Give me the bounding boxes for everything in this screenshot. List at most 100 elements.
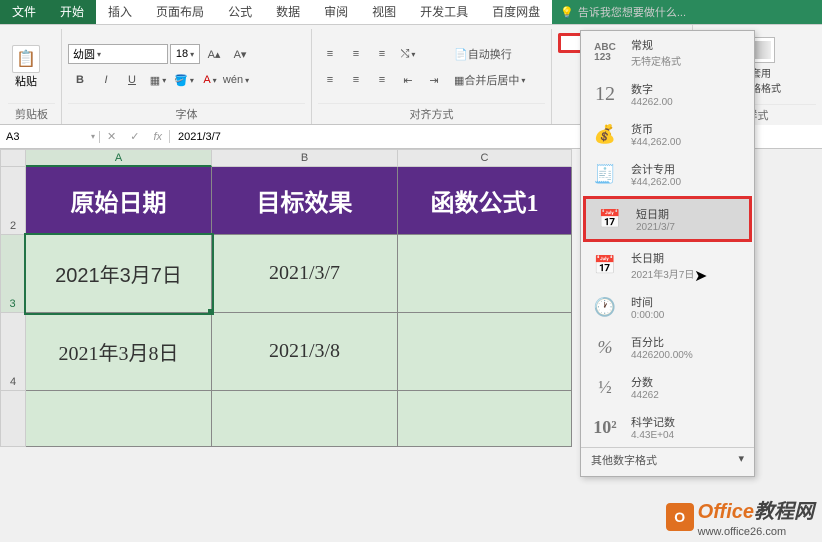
group-font: 幼圆▾ 18▾ A▴ A▾ B I U ▦▾ 🪣▾ A▾ wén▾ xyxy=(62,29,312,124)
format-time[interactable]: 🕐 时间0:00:00 xyxy=(581,287,754,327)
more-formats-label: 其他数字格式 xyxy=(591,452,657,468)
column-header-b[interactable]: B xyxy=(212,149,398,167)
format-number[interactable]: 12 数字44262.00 xyxy=(581,74,754,114)
fill-color-button[interactable]: 🪣▾ xyxy=(173,70,195,90)
watermark-brand2: 教程网 xyxy=(754,501,814,523)
align-top-icon[interactable]: ≡ xyxy=(319,44,341,64)
row-header-4[interactable]: 4 xyxy=(0,313,26,391)
accounting-icon: 🧾 xyxy=(589,160,621,188)
cell-a5[interactable] xyxy=(26,391,212,447)
more-number-formats[interactable]: 其他数字格式 ▾ xyxy=(581,447,754,472)
orientation-button[interactable]: ⤭▾ xyxy=(397,44,419,64)
align-center-icon[interactable]: ≡ xyxy=(345,70,367,90)
clipboard-group-label: 剪贴板 xyxy=(8,103,55,122)
tab-formulas[interactable]: 公式 xyxy=(216,0,264,24)
number-format-menu: ABC 123 常规无特定格式 12 数字44262.00 💰 货币¥44,26… xyxy=(580,30,755,477)
italic-button[interactable]: I xyxy=(95,70,117,90)
row-header-3[interactable]: 3 xyxy=(0,235,26,313)
tab-file[interactable]: 文件 xyxy=(0,0,48,24)
wrap-text-button[interactable]: 📄 自动换行 xyxy=(453,44,513,64)
watermark-brand1: Office xyxy=(698,501,754,523)
cell-b5[interactable] xyxy=(212,391,398,447)
number-icon: 12 xyxy=(589,80,621,108)
format-general[interactable]: ABC 123 常规无特定格式 xyxy=(581,31,754,74)
cell-b3[interactable]: 2021/3/7 xyxy=(212,235,398,313)
column-headers: A B C xyxy=(26,149,572,167)
border-button[interactable]: ▦▾ xyxy=(147,70,169,90)
cell-a2[interactable]: 原始日期 xyxy=(26,167,212,235)
cell-c5[interactable] xyxy=(398,391,572,447)
format-fraction[interactable]: ½ 分数44262 xyxy=(581,367,754,407)
format-percent[interactable]: % 百分比4426200.00% xyxy=(581,327,754,367)
align-right-icon[interactable]: ≡ xyxy=(371,70,393,90)
font-group-label: 字体 xyxy=(68,103,305,122)
alignment-group-label: 对齐方式 xyxy=(318,103,545,122)
currency-icon: 💰 xyxy=(589,120,621,148)
underline-button[interactable]: U xyxy=(121,70,143,90)
format-short-date[interactable]: 📅 短日期2021/3/7 xyxy=(583,196,752,242)
formula-value: 2021/3/7 xyxy=(178,131,221,143)
scientific-icon: 10² xyxy=(589,413,621,441)
decrease-font-icon[interactable]: A▾ xyxy=(229,44,251,64)
chevron-down-icon: ▾ xyxy=(738,452,744,468)
tab-view[interactable]: 视图 xyxy=(360,0,408,24)
column-header-c[interactable]: C xyxy=(398,149,572,167)
group-alignment: ≡ ≡ ≡ ⤭▾ ≡ ≡ ≡ ⇤ ⇥ 📄 自动换行 ▦ 合并后 xyxy=(312,29,552,124)
cell-a3[interactable]: 2021年3月7日 xyxy=(26,235,212,313)
tell-me-search[interactable]: 💡 告诉我您想要做什么... xyxy=(552,0,822,24)
accept-formula-icon[interactable]: ✓ xyxy=(130,130,139,143)
font-name-dropdown[interactable]: 幼圆▾ xyxy=(68,44,168,64)
tab-baidu-pan[interactable]: 百度网盘 xyxy=(480,0,552,24)
increase-font-icon[interactable]: A▴ xyxy=(203,44,225,64)
column-header-a[interactable]: A xyxy=(26,149,212,167)
font-name-value: 幼圆 xyxy=(73,46,95,62)
decrease-indent-icon[interactable]: ⇤ xyxy=(397,70,419,90)
group-clipboard: 📋 粘贴 剪贴板 xyxy=(2,29,62,124)
cell-c3[interactable] xyxy=(398,235,572,313)
font-size-dropdown[interactable]: 18▾ xyxy=(170,44,200,64)
tab-developer[interactable]: 开发工具 xyxy=(408,0,480,24)
cell-c4[interactable] xyxy=(398,313,572,391)
cell-b2[interactable]: 目标效果 xyxy=(212,167,398,235)
increase-indent-icon[interactable]: ⇥ xyxy=(423,70,445,90)
cell-area: 原始日期 目标效果 函数公式1 2021年3月7日 2021/3/7 2021年… xyxy=(26,167,572,447)
general-icon: ABC 123 xyxy=(589,39,621,67)
long-date-icon: 📅 xyxy=(589,252,621,280)
format-accounting[interactable]: 🧾 会计专用¥44,262.00 xyxy=(581,154,754,194)
select-all-corner[interactable] xyxy=(0,149,26,167)
time-icon: 🕐 xyxy=(589,293,621,321)
row-header-2[interactable]: 2 xyxy=(0,167,26,235)
font-color-button[interactable]: A▾ xyxy=(199,70,221,90)
tab-home[interactable]: 开始 xyxy=(48,0,96,24)
fill-handle[interactable] xyxy=(208,309,214,315)
cell-b4[interactable]: 2021/3/8 xyxy=(212,313,398,391)
phonetic-button[interactable]: wén▾ xyxy=(225,70,247,90)
row-headers: 2 3 4 xyxy=(0,167,26,447)
name-box[interactable]: A3 ▾ xyxy=(0,131,100,143)
paste-button[interactable]: 📋 粘贴 xyxy=(8,43,44,91)
align-bottom-icon[interactable]: ≡ xyxy=(371,44,393,64)
merge-center-button[interactable]: ▦ 合并后居中▾ xyxy=(453,70,526,90)
cell-a4[interactable]: 2021年3月8日 xyxy=(26,313,212,391)
tab-data[interactable]: 数据 xyxy=(264,0,312,24)
tab-review[interactable]: 审阅 xyxy=(312,0,360,24)
watermark-logo-icon: O xyxy=(666,503,694,531)
tell-me-placeholder: 告诉我您想要做什么... xyxy=(578,4,686,20)
font-size-value: 18 xyxy=(176,48,188,60)
watermark: O Office教程网 www.office26.com xyxy=(666,495,814,538)
align-middle-icon[interactable]: ≡ xyxy=(345,44,367,64)
tab-insert[interactable]: 插入 xyxy=(96,0,144,24)
bold-button[interactable]: B xyxy=(69,70,91,90)
format-scientific[interactable]: 10² 科学记数4.43E+04 xyxy=(581,407,754,447)
fx-icon[interactable]: fx xyxy=(153,131,162,143)
row-header-5[interactable] xyxy=(0,391,26,447)
format-currency[interactable]: 💰 货币¥44,262.00 xyxy=(581,114,754,154)
ribbon-tabs: 文件 开始 插入 页面布局 公式 数据 审阅 视图 开发工具 百度网盘 💡 告诉… xyxy=(0,0,822,25)
name-box-value: A3 xyxy=(6,131,19,143)
format-long-date[interactable]: 📅 长日期2021年3月7日 xyxy=(581,244,754,287)
tab-page-layout[interactable]: 页面布局 xyxy=(144,0,216,24)
chevron-down-icon[interactable]: ▾ xyxy=(91,132,95,141)
align-left-icon[interactable]: ≡ xyxy=(319,70,341,90)
cell-c2[interactable]: 函数公式1 xyxy=(398,167,572,235)
cancel-formula-icon[interactable]: ✕ xyxy=(107,130,116,143)
